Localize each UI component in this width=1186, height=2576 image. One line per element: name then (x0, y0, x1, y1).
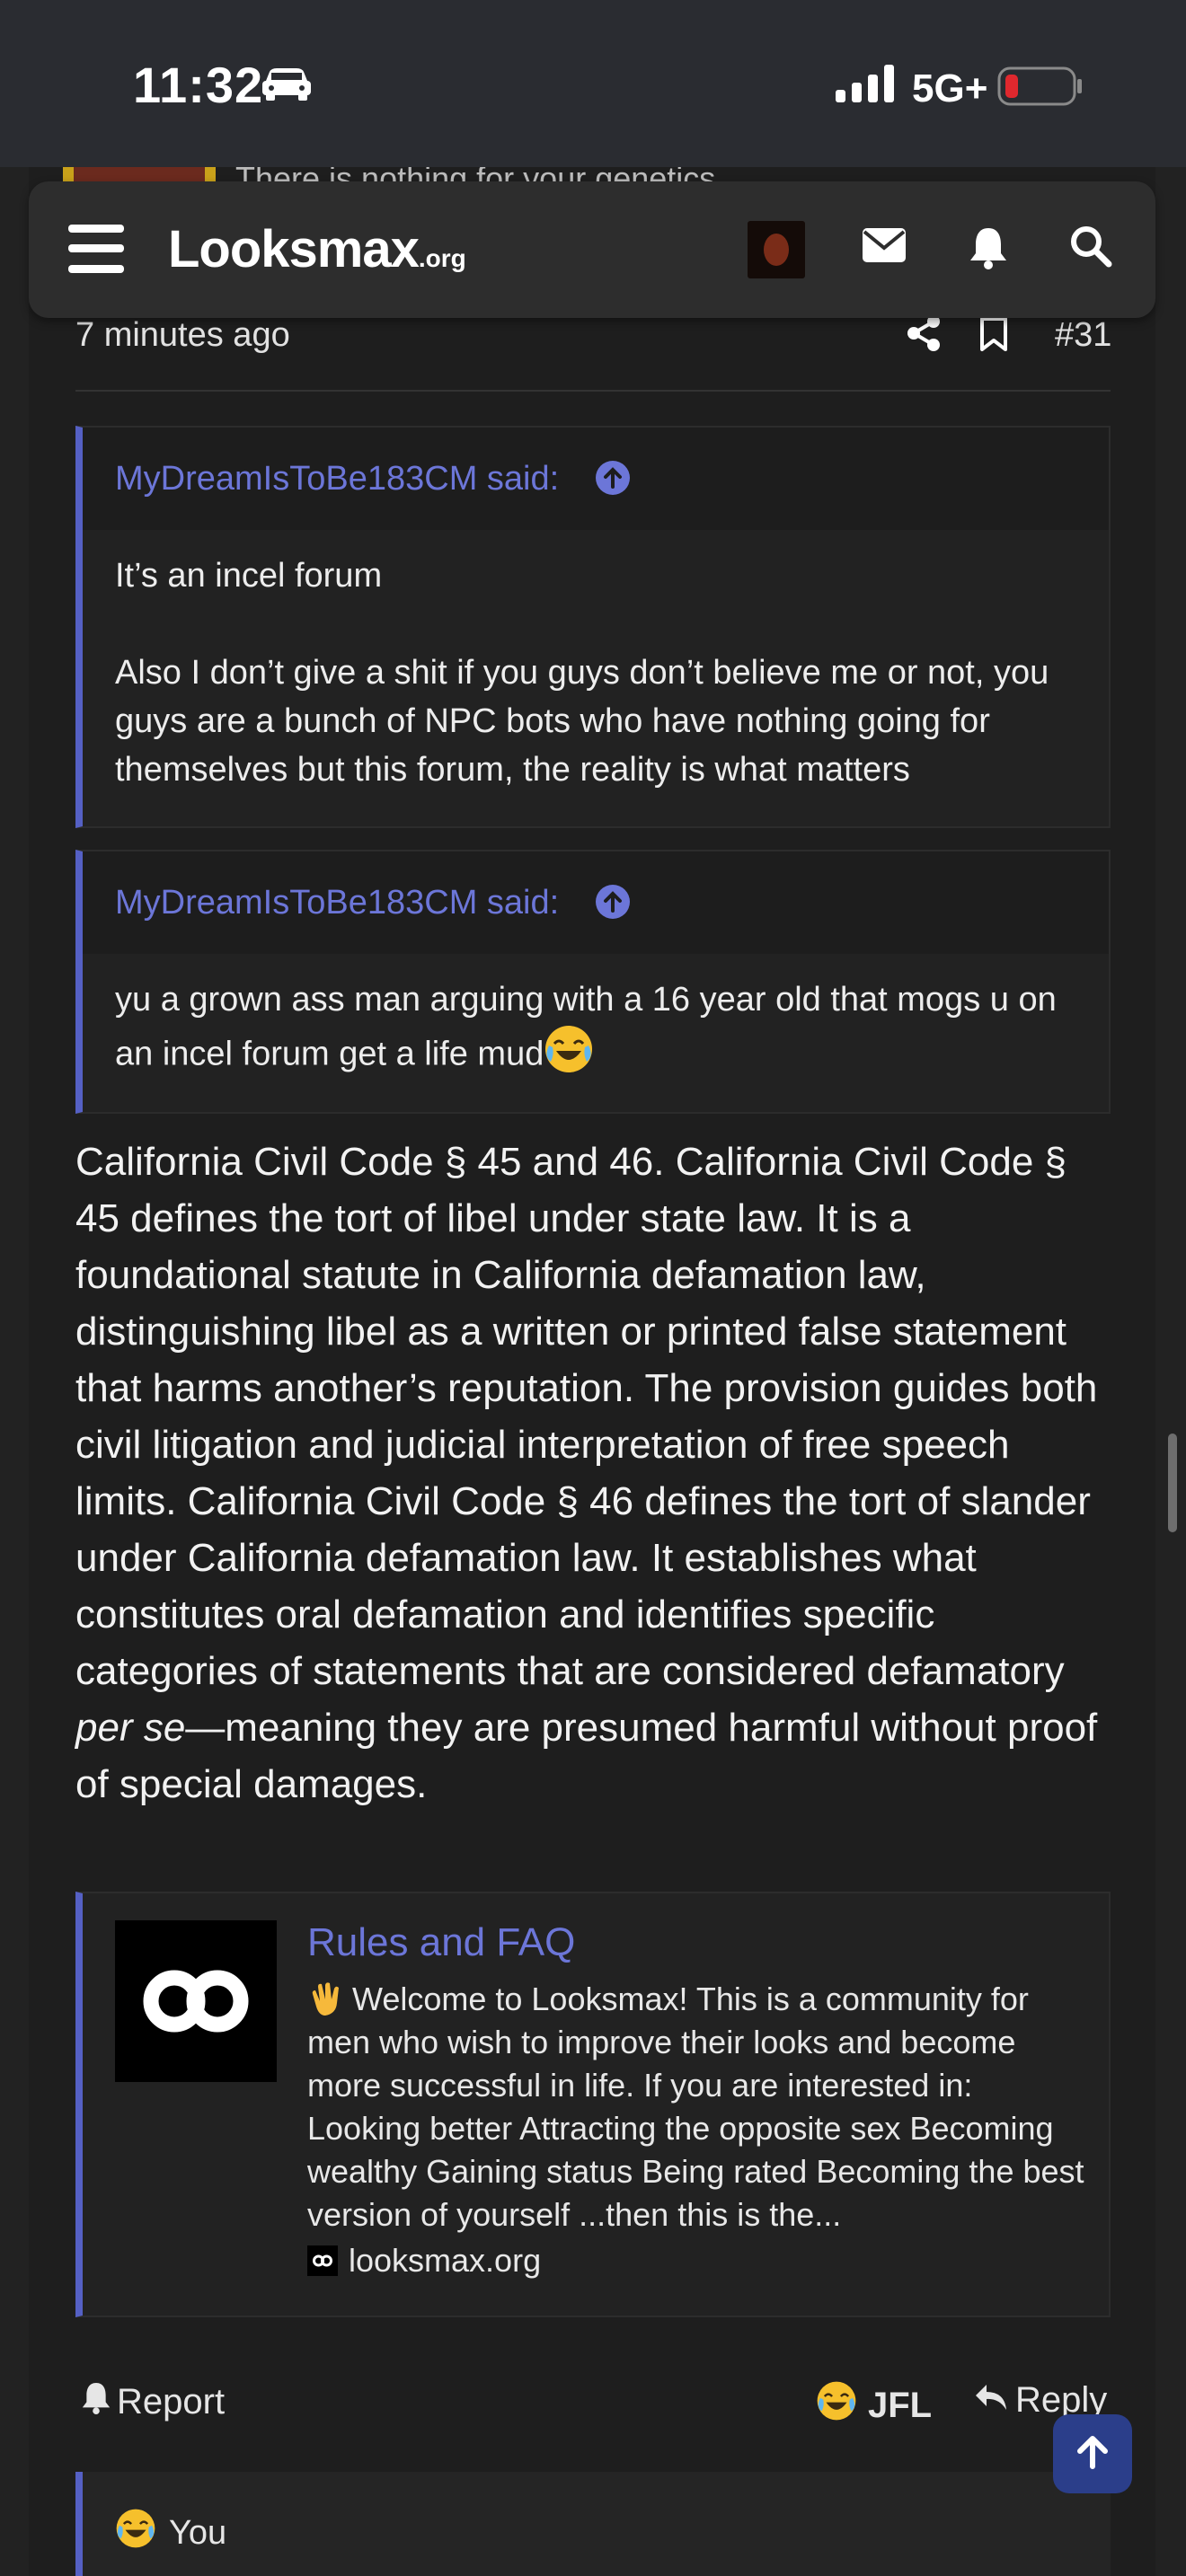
quote-header[interactable]: MyDreamIsToBe183CM said: (83, 851, 1109, 954)
reaction-label: JFL (868, 2385, 933, 2425)
site-logo[interactable]: Looksmax.org (168, 219, 466, 279)
logo-text: Looksmax (168, 220, 420, 278)
laughing-crying-emoji-icon (115, 2508, 169, 2558)
quote-paragraph: It’s an incel forum (115, 557, 383, 595)
report-label: Report (117, 2381, 226, 2422)
post-body-italic: per se (75, 1706, 186, 1750)
post-body: California Civil Code § 45 and 46. Calif… (75, 1134, 1118, 1813)
divider (75, 390, 1111, 392)
bell-icon[interactable] (969, 225, 1008, 274)
post-body-text: California Civil Code § 45 and 46. Calif… (75, 1140, 1098, 1693)
laughing-crying-emoji-icon (816, 2380, 868, 2430)
link-preview-description: Welcome to Looksmax! This is a community… (307, 1978, 1089, 2236)
quote-content: It’s an incel forum Also I don’t give a … (83, 530, 1109, 817)
quote-block: MyDreamIsToBe183CM said: yu a grown ass … (75, 850, 1111, 1114)
status-bar: 11:32 5G+ (0, 0, 1186, 167)
mail-icon[interactable] (863, 228, 906, 267)
arrow-up-icon (1073, 2432, 1112, 2476)
scrollbar-thumb[interactable] (1168, 1434, 1177, 1532)
logo-suffix: .org (418, 244, 466, 272)
clock: 11:32 (133, 57, 264, 113)
quote-paragraph: Also I don’t give a shit if you guys don… (115, 654, 1049, 789)
favicon-icon (307, 2245, 338, 2276)
reply-arrow-icon (974, 2380, 1015, 2421)
reaction-button[interactable]: JFL (816, 2380, 932, 2430)
scroll-to-top-button[interactable] (1053, 2414, 1132, 2493)
laughing-crying-emoji-icon (544, 1024, 594, 1088)
reactions-bar[interactable]: You (75, 2472, 1111, 2576)
bell-icon (81, 2380, 117, 2423)
network-type: 5G+ (912, 66, 988, 110)
hamburger-menu-icon[interactable] (68, 225, 124, 278)
reactions-summary: You (169, 2513, 227, 2552)
link-preview-domain[interactable]: looksmax.org (307, 2242, 541, 2280)
link-preview-description-text: Welcome to Looksmax! This is a community… (307, 1981, 1084, 2233)
arrow-up-circle-icon[interactable] (595, 460, 631, 500)
quote-author[interactable]: MyDreamIsToBe183CM said: (115, 884, 559, 922)
report-button[interactable]: Report (81, 2380, 225, 2423)
car-icon (261, 66, 313, 107)
post-timestamp[interactable]: 7 minutes ago (75, 316, 290, 355)
user-avatar[interactable] (748, 221, 805, 278)
bookmark-icon[interactable] (979, 316, 1008, 357)
arrow-up-circle-icon[interactable] (595, 884, 631, 924)
quote-block: MyDreamIsToBe183CM said: It’s an incel f… (75, 426, 1111, 828)
share-icon[interactable] (906, 314, 942, 357)
link-preview-card[interactable]: Rules and FAQ Welcome to Looksmax! This … (75, 1892, 1111, 2317)
waving-hand-icon (307, 1981, 352, 2017)
post-body-text-end: —meaning they are presumed harmful witho… (75, 1706, 1098, 1806)
top-navbar: Looksmax.org (29, 181, 1155, 318)
domain-text: looksmax.org (349, 2242, 542, 2279)
search-icon[interactable] (1069, 225, 1112, 272)
signal-icon (836, 65, 897, 107)
battery-icon (997, 66, 1084, 110)
quote-content: yu a grown ass man arguing with a 16 yea… (83, 954, 1109, 1111)
quote-author[interactable]: MyDreamIsToBe183CM said: (115, 460, 559, 498)
post-number[interactable]: #31 (1055, 316, 1111, 355)
link-preview-title[interactable]: Rules and FAQ (307, 1920, 575, 1965)
quote-header[interactable]: MyDreamIsToBe183CM said: (83, 428, 1109, 530)
site-logo-icon (115, 1920, 277, 2082)
